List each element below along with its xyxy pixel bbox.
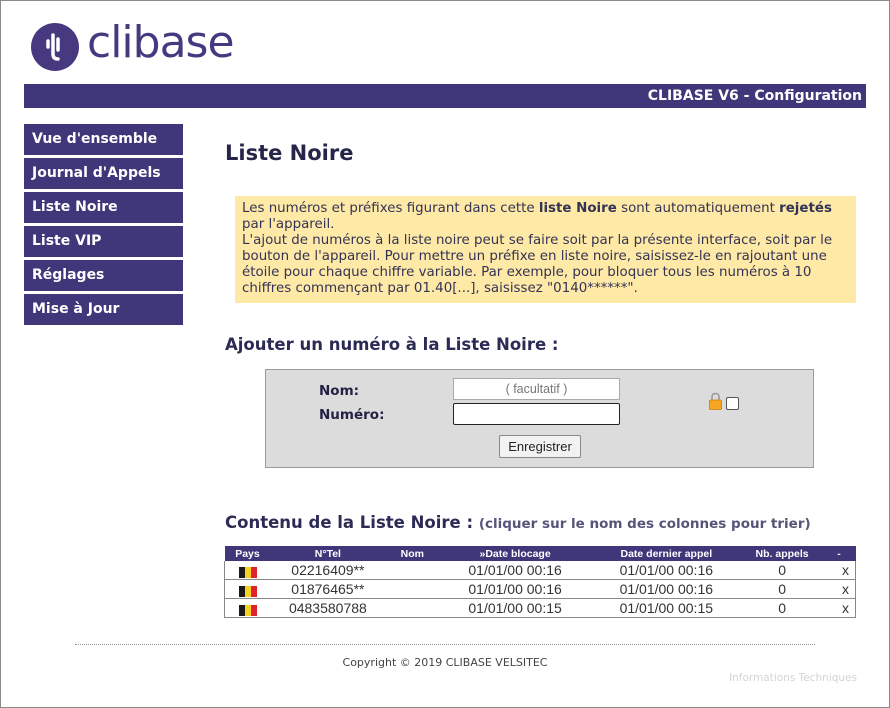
sidebar-item-vue-ensemble[interactable]: Vue d'ensemble: [24, 124, 183, 155]
date-dernier-cell: 01/01/00 00:15: [590, 598, 742, 618]
date-dernier-cell: 01/01/00 00:16: [590, 579, 742, 599]
col-header-nom[interactable]: Nom: [385, 546, 440, 561]
date-blocage-cell: 01/01/00 00:16: [439, 579, 591, 599]
numero-input[interactable]: [453, 403, 620, 425]
footer-divider: [75, 644, 815, 645]
tel-cell: 02216409**: [270, 561, 386, 580]
info-paragraph-2: L'ajout de numéros à la liste noire peut…: [242, 233, 833, 296]
info-bold-liste-noire: liste Noire: [538, 201, 617, 216]
tel-cell: 0483580788: [270, 598, 386, 618]
delete-button[interactable]: x: [822, 598, 856, 618]
padlock-icon[interactable]: [709, 392, 722, 410]
info-bold-rejetes: rejetés: [779, 201, 832, 216]
info-box: Les numéros et préfixes figurant dans ce…: [235, 196, 856, 303]
belgium-flag-icon: [238, 565, 257, 578]
copyright-text: Copyright © 2019 CLIBASE VELSITEC: [342, 656, 548, 669]
table-row: 0483580788 01/01/00 00:15 01/01/00 00:15…: [224, 598, 856, 618]
belgium-flag-icon: [238, 584, 257, 597]
col-header-delete[interactable]: -: [822, 546, 856, 561]
date-blocage-cell: 01/01/00 00:15: [439, 598, 591, 618]
nom-input[interactable]: [453, 378, 620, 400]
logo-wordmark: clibase: [87, 17, 235, 68]
app-title: CLIBASE V6 - Configuration: [647, 88, 862, 104]
nom-cell: [385, 561, 440, 580]
list-section-hint: (cliquer sur le nom des colonnes pour tr…: [478, 516, 811, 532]
save-button[interactable]: Enregistrer: [499, 435, 581, 458]
info-paragraph-1: Les numéros et préfixes figurant dans ce…: [242, 201, 849, 233]
sidebar-item-mise-a-jour[interactable]: Mise à Jour: [24, 294, 183, 325]
country-cell: [224, 579, 271, 599]
delete-button[interactable]: x: [822, 579, 856, 599]
numero-label: Numéro:: [319, 407, 385, 423]
country-cell: [224, 598, 271, 618]
header-bar: CLIBASE V6 - Configuration: [24, 84, 866, 108]
page-title: Liste Noire: [225, 141, 354, 165]
blacklist-table: Pays N°Tel Nom »Date blocage Date dernie…: [224, 546, 856, 618]
col-header-date-dernier-appel[interactable]: Date dernier appel: [590, 546, 742, 561]
info-text: par l'appareil.: [242, 217, 335, 232]
date-dernier-cell: 01/01/00 00:16: [590, 561, 742, 580]
sidebar-item-liste-vip[interactable]: Liste VIP: [24, 226, 183, 257]
belgium-flag-icon: [238, 603, 257, 616]
add-section-title: Ajouter un numéro à la Liste Noire :: [225, 335, 559, 354]
table-row: 02216409** 01/01/00 00:16 01/01/00 00:16…: [224, 561, 856, 580]
col-header-pays[interactable]: Pays: [224, 546, 271, 561]
info-text: sont automatiquement: [616, 201, 780, 216]
list-section-title: Contenu de la Liste Noire : (cliquer sur…: [225, 513, 811, 532]
nb-appels-cell: 0: [741, 561, 823, 580]
info-text: Les numéros et préfixes figurant dans ce…: [242, 201, 539, 216]
table-header-row: Pays N°Tel Nom »Date blocage Date dernie…: [224, 546, 856, 561]
country-cell: [224, 561, 271, 580]
clibase-logo-icon: [31, 23, 79, 71]
nom-cell: [385, 579, 440, 599]
delete-button[interactable]: x: [822, 561, 856, 580]
tel-cell: 01876465**: [270, 579, 386, 599]
prefix-checkbox[interactable]: [726, 397, 739, 410]
nom-label: Nom:: [319, 383, 360, 399]
sidebar: Vue d'ensemble Journal d'Appels Liste No…: [24, 124, 183, 328]
add-number-form: Nom: Numéro: Enregistrer: [265, 369, 814, 468]
nom-cell: [385, 598, 440, 618]
col-header-tel[interactable]: N°Tel: [270, 546, 386, 561]
table-row: 01876465** 01/01/00 00:16 01/01/00 00:16…: [224, 579, 856, 599]
sidebar-item-journal-appels[interactable]: Journal d'Appels: [24, 158, 183, 189]
col-header-date-blocage[interactable]: »Date blocage: [439, 546, 591, 561]
date-blocage-cell: 01/01/00 00:16: [439, 561, 591, 580]
sidebar-item-reglages[interactable]: Réglages: [24, 260, 183, 291]
sidebar-item-liste-noire[interactable]: Liste Noire: [24, 192, 183, 223]
col-header-nb-appels[interactable]: Nb. appels: [741, 546, 823, 561]
nb-appels-cell: 0: [741, 598, 823, 618]
nb-appels-cell: 0: [741, 579, 823, 599]
list-section-heading: Contenu de la Liste Noire :: [225, 513, 474, 532]
technical-info-link[interactable]: Informations Techniques: [729, 672, 857, 684]
